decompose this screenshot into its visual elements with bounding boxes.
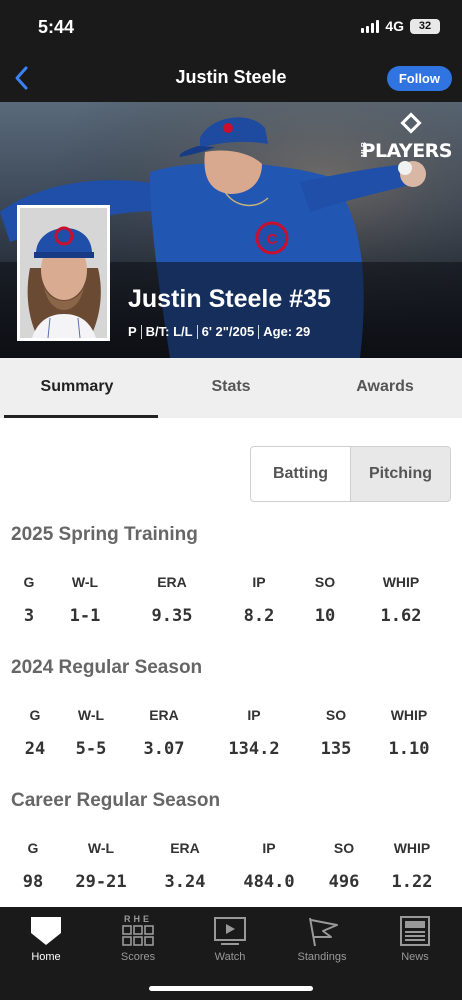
home-indicator	[149, 986, 313, 991]
newspaper-icon	[400, 916, 430, 946]
stat-header-wl: W-L	[87, 840, 115, 856]
svg-text:C: C	[267, 231, 278, 248]
section-title-career-regular-season: Career Regular Season	[11, 790, 221, 811]
stat-header-era: ERA	[149, 707, 179, 723]
nav-news-label: News	[401, 951, 429, 963]
stat-value-era: 3.07	[143, 739, 185, 759]
stat-header-whip: WHIP	[390, 707, 428, 723]
pitching-toggle-button[interactable]: Pitching	[350, 447, 450, 501]
status-bar: 5:44 4G 32	[0, 0, 462, 54]
stat-value-era: 9.35	[151, 606, 193, 626]
player-position: P	[128, 324, 137, 339]
stat-value-g: 24	[24, 739, 46, 759]
nav-watch-label: Watch	[214, 951, 246, 963]
stat-header-ip: IP	[247, 707, 261, 723]
player-name-number: Justin Steele #35	[128, 285, 331, 313]
headshot-image	[20, 208, 107, 338]
stat-value-wl: 29-21	[75, 872, 127, 892]
section-title-spring-training: 2025 Spring Training	[11, 524, 198, 545]
stat-header-so: SO	[333, 840, 355, 856]
stat-value-whip: 1.62	[380, 606, 422, 626]
stat-value-so: 135	[320, 739, 352, 759]
status-time: 5:44	[38, 17, 75, 37]
player-bio-line: P B/T: L/L 6' 2"/205 Age: 29	[128, 324, 310, 339]
nav-standings-label: Standings	[297, 951, 347, 963]
profile-tabs: Summary Stats Awards	[0, 358, 462, 418]
nav-scores-label: Scores	[120, 951, 156, 963]
nav-scores[interactable]: RHE Scores	[98, 913, 178, 963]
player-bats-throws: B/T: L/L	[145, 324, 193, 339]
stat-header-g: G	[27, 840, 39, 856]
player-hero: C MLB PLAYERS Justin Steele #35 P B/T: L…	[0, 102, 462, 358]
scoreboard-letters: RHE	[123, 914, 152, 924]
divider	[140, 324, 142, 339]
stat-value-so: 10	[314, 606, 336, 626]
nav-home-label: Home	[31, 951, 61, 963]
nav-home[interactable]: Home	[6, 913, 86, 963]
stat-header-row: G W-L ERA IP SO WHIP	[0, 707, 462, 727]
network-label: 4G	[385, 18, 404, 34]
nav-standings[interactable]: Standings	[282, 913, 362, 963]
mlb-players-logo: MLB PLAYERS	[361, 112, 453, 162]
diamond-logo-icon	[400, 112, 422, 134]
stat-header-wl: W-L	[77, 707, 105, 723]
battery-icon: 32	[410, 18, 440, 34]
follow-button[interactable]: Follow	[386, 66, 452, 91]
nav-watch[interactable]: Watch	[190, 913, 270, 963]
stat-value-row: 98 29-21 3.24 484.0 496 1.22	[0, 872, 462, 892]
stat-value-wl: 1-1	[69, 606, 101, 626]
nav-news[interactable]: News	[375, 913, 455, 963]
stat-header-g: G	[23, 574, 35, 590]
stat-header-ip: IP	[262, 840, 276, 856]
home-plate-icon	[31, 917, 61, 945]
player-headshot	[17, 205, 110, 341]
stat-header-g: G	[29, 707, 41, 723]
stat-value-whip: 1.10	[388, 739, 430, 759]
divider	[258, 324, 260, 339]
stat-value-g: 98	[22, 872, 44, 892]
stat-value-so: 496	[328, 872, 360, 892]
stat-header-era: ERA	[157, 574, 187, 590]
section-title-2024-regular-season: 2024 Regular Season	[11, 657, 203, 678]
tab-summary[interactable]: Summary	[0, 358, 158, 418]
stat-header-whip: WHIP	[393, 840, 431, 856]
stat-value-ip: 8.2	[243, 606, 275, 626]
stat-header-so: SO	[325, 707, 347, 723]
stat-header-whip: WHIP	[382, 574, 420, 590]
pennant-flag-icon	[309, 917, 338, 947]
status-icons: 4G 32	[361, 18, 440, 34]
stat-value-whip: 1.22	[391, 872, 433, 892]
stat-header-row: G W-L ERA IP SO WHIP	[0, 574, 462, 594]
divider	[196, 324, 198, 339]
nav-bar: Justin Steele Follow	[0, 54, 462, 102]
tab-stats[interactable]: Stats	[154, 358, 308, 418]
signal-icon	[361, 19, 380, 33]
stat-value-row: 3 1-1 9.35 8.2 10 1.62	[0, 606, 462, 626]
stat-header-row: G W-L ERA IP SO WHIP	[0, 840, 462, 860]
stat-value-row: 24 5-5 3.07 134.2 135 1.10	[0, 739, 462, 759]
stat-value-wl: 5-5	[75, 739, 107, 759]
batting-pitching-toggle: Batting Pitching	[250, 446, 451, 502]
tab-awards[interactable]: Awards	[308, 358, 462, 418]
stat-header-so: SO	[314, 574, 336, 590]
batting-toggle-button[interactable]: Batting	[251, 447, 350, 501]
player-height-weight: 6' 2"/205	[201, 324, 255, 339]
play-screen-icon	[214, 917, 246, 945]
stat-value-ip: 134.2	[228, 739, 280, 759]
player-age: Age: 29	[263, 324, 311, 339]
stat-value-g: 3	[23, 606, 35, 626]
stat-header-ip: IP	[252, 574, 266, 590]
scoreboard-icon	[122, 925, 154, 946]
stat-header-wl: W-L	[71, 574, 99, 590]
stat-header-era: ERA	[170, 840, 200, 856]
stat-value-era: 3.24	[164, 872, 206, 892]
stat-value-ip: 484.0	[243, 872, 295, 892]
